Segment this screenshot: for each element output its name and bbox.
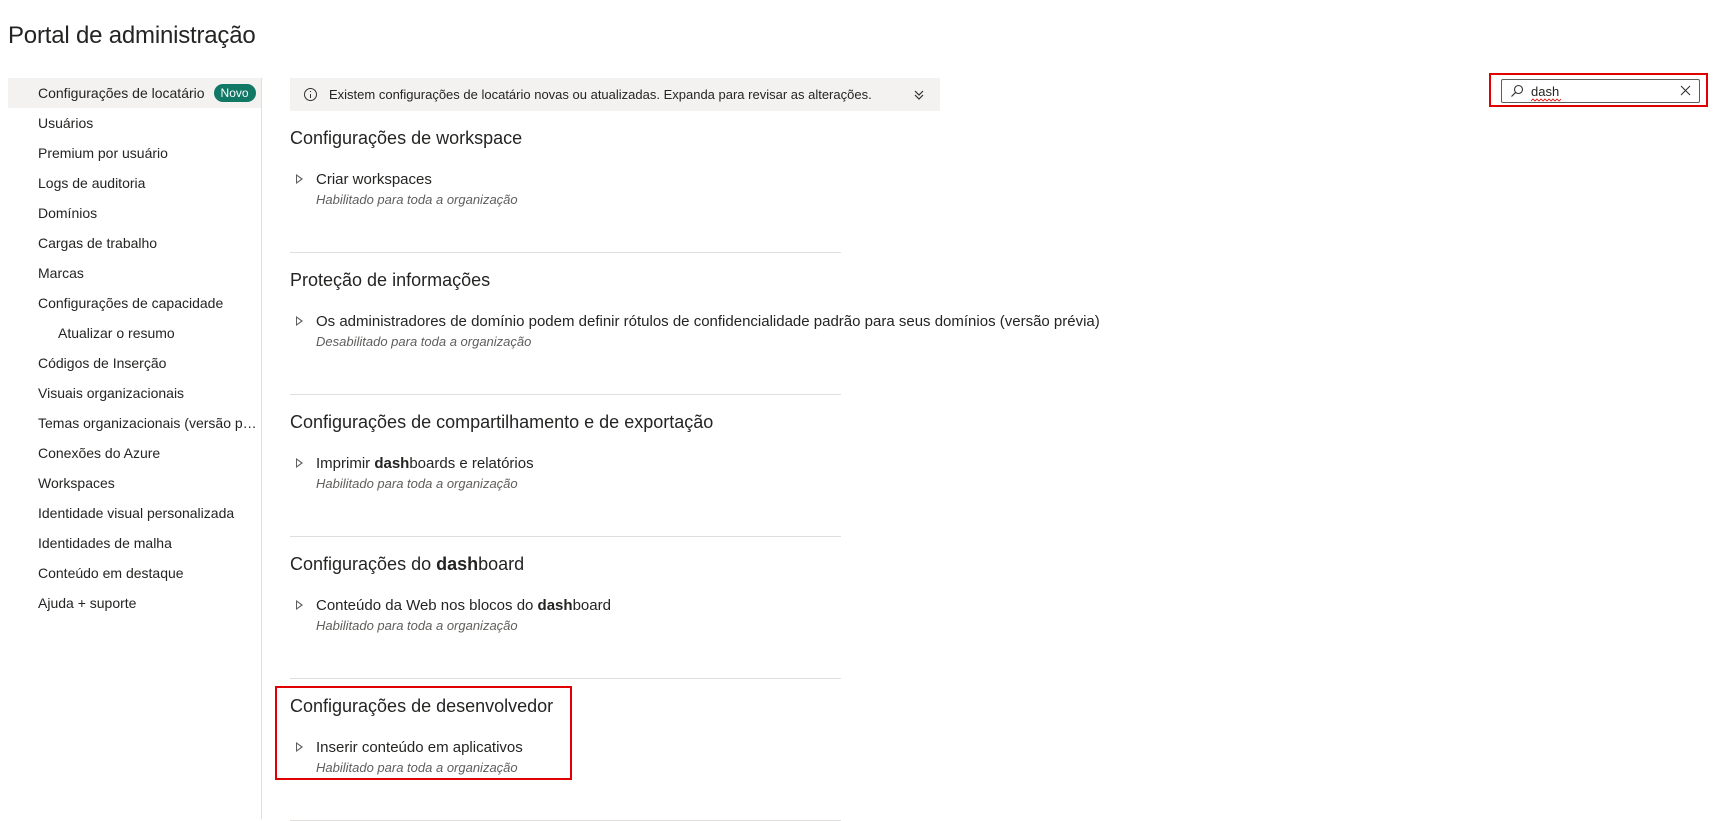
sidebar-item-conexoes-do-azure[interactable]: Conexões do Azure xyxy=(8,438,261,468)
sidebar-item-label: Configurações de locatário xyxy=(38,85,205,101)
sidebar-item-identidades-de-malha[interactable]: Identidades de malha xyxy=(8,528,261,558)
spellcheck-underline xyxy=(1531,98,1561,102)
sidebar-item-identidade-visual-personalizada[interactable]: Identidade visual personalizada xyxy=(8,498,261,528)
sidebar-item-label: Códigos de Inserção xyxy=(38,355,167,371)
sidebar-item-label: Workspaces xyxy=(38,475,115,491)
page-title: Portal de administração xyxy=(8,22,256,49)
sidebar-item-label: Cargas de trabalho xyxy=(38,235,158,251)
sidebar-item-label: Marcas xyxy=(38,265,84,281)
sidebar-item-cargas-de-trabalho[interactable]: Cargas de trabalho xyxy=(8,228,261,258)
expand-triangle-icon[interactable] xyxy=(296,174,303,184)
sidebar-item-label: Usuários xyxy=(38,115,94,131)
sidebar-item-usuarios[interactable]: Usuários xyxy=(8,108,261,138)
sidebar-item-label: Temas organizacionais (versão prévia) xyxy=(38,415,261,431)
sidebar-item-label: Identidades de malha xyxy=(38,535,172,551)
info-icon xyxy=(304,88,317,101)
sidebar-item-label: Conteúdo em destaque xyxy=(38,565,184,581)
expand-triangle-icon[interactable] xyxy=(296,458,303,468)
developer-section-highlight-box xyxy=(275,686,572,780)
sidebar-item-label: Logs de auditoria xyxy=(38,175,146,191)
sidebar-item-configuracoes-de-locatario[interactable]: Configurações de locatário Novo xyxy=(8,78,261,108)
new-badge: Novo xyxy=(213,84,256,103)
sidebar-item-configuracoes-de-capacidade[interactable]: Configurações de capacidade xyxy=(8,288,261,318)
setting-status: Habilitado para toda a organização xyxy=(316,618,518,633)
sidebar-item-label: Domínios xyxy=(38,205,98,221)
sidebar-item-logs-de-auditoria[interactable]: Logs de auditoria xyxy=(8,168,261,198)
sidebar-item-codigos-de-insercao[interactable]: Códigos de Inserção xyxy=(8,348,261,378)
sidebar-item-label: Configurações de capacidade xyxy=(38,295,224,311)
setting-status: Desabilitado para toda a organização xyxy=(316,334,532,349)
sidebar-divider xyxy=(261,78,262,819)
info-banner: Existem configurações de locatário novas… xyxy=(290,78,940,111)
section-title: Configurações de compartilhamento e de e… xyxy=(290,412,714,432)
section-compartilhamento-e-exportacao: Configurações de compartilhamento e de e… xyxy=(290,395,841,537)
sidebar-item-workspaces[interactable]: Workspaces xyxy=(8,468,261,498)
sidebar-item-marcas[interactable]: Marcas xyxy=(8,258,261,288)
section-title: Proteção de informações xyxy=(290,270,491,290)
section-configuracoes-do-dashboard: Configurações do dashboard Conteúdo da W… xyxy=(290,537,841,679)
setting-name: Conteúdo da Web nos blocos do dashboard xyxy=(316,597,611,614)
sidebar-item-dominios[interactable]: Domínios xyxy=(8,198,261,228)
close-icon[interactable] xyxy=(1680,85,1691,96)
search-icon xyxy=(1511,84,1524,97)
sidebar-item-visuais-organizacionais[interactable]: Visuais organizacionais xyxy=(8,378,261,408)
sidebar-nav: Configurações de locatário Novo Usuários … xyxy=(8,78,261,618)
sidebar-item-temas-organizacionais[interactable]: Temas organizacionais (versão prévia) xyxy=(8,408,261,438)
setting-name: Imprimir dashboards e relatórios xyxy=(316,455,534,472)
expand-triangle-icon[interactable] xyxy=(296,316,303,326)
double-chevron-down-icon[interactable] xyxy=(912,88,926,102)
section-title: Configurações de workspace xyxy=(290,128,523,148)
sidebar-item-premium-por-usuario[interactable]: Premium por usuário xyxy=(8,138,261,168)
section-configuracoes-de-workspace: Configurações de workspace Criar workspa… xyxy=(290,111,841,253)
banner-text: Existem configurações de locatário novas… xyxy=(329,87,872,102)
sidebar-item-label: Premium por usuário xyxy=(38,145,168,161)
search-box[interactable] xyxy=(1501,79,1700,103)
sidebar-item-label: Identidade visual personalizada xyxy=(38,505,235,521)
expand-triangle-icon[interactable] xyxy=(296,600,303,610)
sidebar-item-label: Visuais organizacionais xyxy=(38,385,185,401)
setting-status: Habilitado para toda a organização xyxy=(316,476,518,491)
sidebar-item-label: Conexões do Azure xyxy=(38,445,161,461)
sidebar-item-ajuda-suporte[interactable]: Ajuda + suporte xyxy=(8,588,261,618)
sidebar-item-label: Atualizar o resumo xyxy=(58,325,175,341)
setting-name: Criar workspaces xyxy=(316,171,432,188)
section-protecao-de-informacoes: Proteção de informações Os administrador… xyxy=(290,253,1100,395)
section-title: Configurações do dashboard xyxy=(290,554,525,574)
setting-name: Os administradores de domínio podem defi… xyxy=(316,313,1100,330)
sidebar-item-label: Ajuda + suporte xyxy=(38,595,137,611)
sidebar-item-atualizar-o-resumo[interactable]: Atualizar o resumo xyxy=(8,318,261,348)
setting-status: Habilitado para toda a organização xyxy=(316,192,518,207)
sidebar-item-conteudo-em-destaque[interactable]: Conteúdo em destaque xyxy=(8,558,261,588)
